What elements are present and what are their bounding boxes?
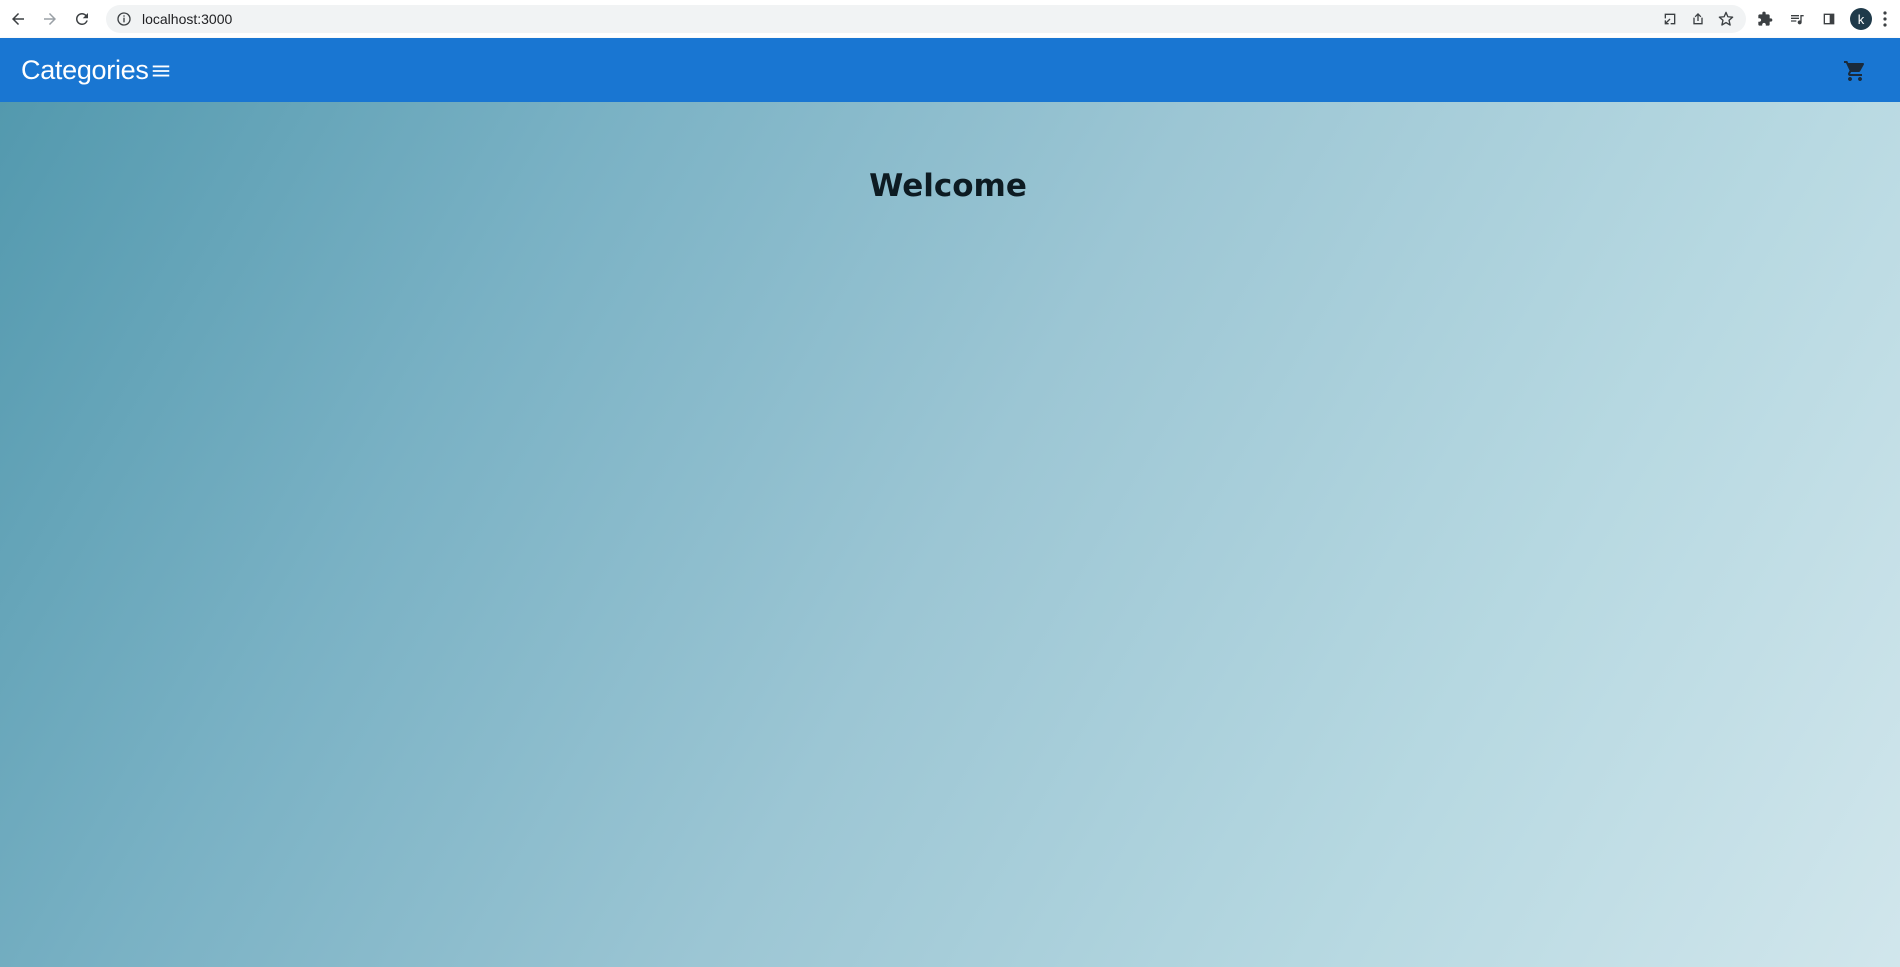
bookmark-star-icon: [1718, 11, 1734, 26]
share-button[interactable]: [1686, 9, 1710, 29]
profile-button[interactable]: k: [1848, 4, 1874, 34]
install-button[interactable]: [1658, 9, 1682, 29]
reload-button[interactable]: [66, 3, 98, 35]
browser-actions: k: [1752, 4, 1890, 34]
install-icon: [1664, 13, 1676, 25]
address-bar[interactable]: localhost:3000: [106, 5, 1746, 33]
menu-icon: [152, 65, 169, 77]
categories-label: Categories: [21, 54, 149, 85]
side-panel-button[interactable]: [1816, 4, 1842, 34]
main-content: Welcome: [0, 102, 1900, 967]
omnibox-actions: [1658, 9, 1738, 29]
forward-icon: [44, 13, 56, 25]
media-queue-button[interactable]: [1784, 4, 1810, 34]
more-icon: [1883, 11, 1887, 27]
cart-icon: [1844, 61, 1865, 81]
cart-button[interactable]: [1842, 58, 1868, 84]
avatar: k: [1850, 8, 1872, 30]
side-panel-icon: [1823, 13, 1835, 25]
forward-button[interactable]: [34, 3, 66, 35]
categories-menu-button[interactable]: Categories: [21, 55, 172, 86]
page-title: Welcome: [869, 168, 1027, 204]
reload-icon: [76, 12, 88, 25]
back-icon: [12, 13, 24, 25]
more-button[interactable]: [1880, 4, 1890, 34]
extensions-icon: [1758, 11, 1773, 26]
back-button[interactable]: [2, 3, 34, 35]
browser-toolbar: localhost:3000 k: [0, 0, 1900, 38]
app-header: Categories: [0, 38, 1900, 102]
media-queue-icon: [1791, 15, 1804, 25]
bookmark-button[interactable]: [1714, 9, 1738, 29]
nav-buttons: [2, 3, 98, 35]
extensions-button[interactable]: [1752, 4, 1778, 34]
info-icon[interactable]: [116, 11, 132, 27]
url-text[interactable]: localhost:3000: [142, 11, 542, 27]
share-icon: [1693, 13, 1703, 25]
